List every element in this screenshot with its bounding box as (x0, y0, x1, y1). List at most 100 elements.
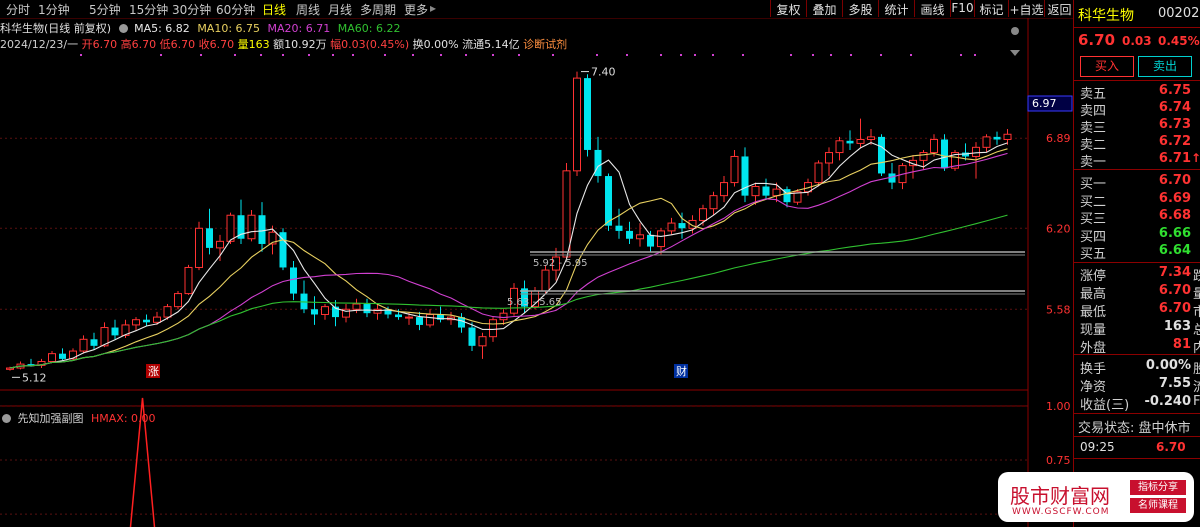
candle-body (825, 152, 833, 164)
ask-level-2-value: 6.72 (1158, 134, 1191, 149)
quote-panel: 科华生物 002022 6.70 0.03 0.45% 买入 卖出 交易状态: … (1073, 0, 1200, 527)
signal-dot (880, 54, 882, 56)
candle-body (478, 336, 487, 347)
signal-dot (465, 54, 467, 56)
stat-3-label: 现量 (1080, 323, 1107, 338)
stat-4-label: 外盘 (1080, 341, 1107, 356)
price-tick-label: 6.89 (1046, 132, 1071, 145)
sell-button[interactable]: 卖出 (1138, 56, 1192, 77)
candle-body (111, 327, 119, 336)
signal-dot (680, 54, 682, 56)
candle-body (311, 309, 318, 315)
candle-body (363, 304, 371, 314)
signal-dot (492, 54, 494, 56)
stat2-0-label: 换手 (1080, 362, 1107, 377)
signal-dot (440, 54, 442, 56)
ask-level-3-value: 6.73 (1158, 117, 1191, 132)
chart-grid (0, 18, 1029, 527)
stat-3: 现量 163 总 (1078, 319, 1200, 338)
candle-body (814, 162, 823, 184)
ask-level-4-value: 6.74 (1158, 100, 1191, 115)
candle-body (90, 339, 98, 346)
candle-body (730, 155, 739, 184)
candle-body (321, 306, 329, 315)
event-marker-finance-label: 财 (676, 364, 687, 378)
candle-body (499, 312, 508, 321)
bid-level-5: 买五 6.64 (1078, 243, 1200, 262)
sub-chart-settings-icon[interactable] (2, 414, 11, 423)
signal-dot (626, 54, 628, 56)
trade-status: 交易状态: 盘中休市 (1078, 421, 1191, 436)
stat-1: 最高 6.70 量 (1078, 283, 1200, 302)
watermark-tag-2: 名师课程 (1130, 498, 1186, 513)
chart-menu-icon (1011, 27, 1019, 35)
buy-button[interactable]: 买入 (1080, 56, 1134, 77)
bid-level-4: 买四 6.66 (1078, 226, 1200, 245)
signal-dot (910, 54, 912, 56)
hmax-label: HMAX: 0.00 (91, 412, 156, 425)
candle-body (489, 319, 497, 338)
tick-price: 6.70 (1156, 440, 1186, 454)
ask-level-2: 卖二 6.72 (1078, 134, 1200, 153)
candle-body (636, 234, 644, 240)
candle-body (395, 314, 402, 318)
stat2-0-side: 股 (1193, 362, 1200, 377)
candle-body (195, 227, 203, 268)
stat-2-value: 6.70 (1158, 301, 1191, 316)
candle-body (153, 316, 161, 323)
candle-body (206, 228, 213, 248)
candle-body (290, 267, 297, 294)
stat2-0-value: 0.00% (1145, 358, 1191, 373)
stat2-1-value: 7.55 (1158, 376, 1191, 391)
candle-body (856, 138, 865, 144)
candle-body (720, 182, 728, 197)
candle-body (878, 136, 885, 174)
stat-1-value: 6.70 (1158, 283, 1191, 298)
candle-body (373, 308, 382, 314)
kline-chart[interactable]: 7.40 5.12 5.92 - 5.95 5.63 - 5.65 涨 财 1.00 0.7… (0, 0, 1073, 527)
watermark-tag-1: 指标分享 (1130, 480, 1186, 495)
bid-level-3-label: 买三 (1080, 212, 1107, 227)
watermark-brand: 股市财富网 (1010, 484, 1110, 508)
candle-body (247, 214, 256, 240)
up-arrow-icon: ↑ (1190, 151, 1200, 165)
signal-dot (850, 54, 852, 56)
stat2-2-label: 收益(三) (1080, 398, 1130, 413)
stat2-1-label: 净资 (1080, 380, 1107, 395)
signal-dot (234, 54, 236, 56)
watermark-url: WWW.GSCFW.COM (1012, 507, 1110, 517)
candle-body (615, 225, 623, 231)
signal-dot (332, 54, 334, 56)
price-tick-label: 6.20 (1046, 222, 1071, 235)
signal-dot (960, 54, 962, 56)
candle-body (405, 316, 413, 319)
stat-0-side: 跌 (1193, 269, 1200, 284)
candle-body (941, 139, 948, 169)
bid-level-1-value: 6.70 (1158, 173, 1191, 188)
stat-4-side: 内 (1193, 341, 1200, 356)
candle-body (626, 230, 633, 239)
stat-1-side: 量 (1193, 287, 1200, 302)
ask-level-1-label: 卖一 (1080, 155, 1107, 170)
signal-dot (790, 54, 792, 56)
signal-dot (518, 54, 520, 56)
signal-dot (830, 54, 832, 56)
bid-level-5-value: 6.64 (1158, 243, 1191, 258)
bid-level-2-label: 买二 (1080, 194, 1107, 210)
candle-body (982, 136, 991, 148)
sub-tick-label: 1.00 (1046, 400, 1071, 413)
stat-2: 最低 6.70 市 (1078, 301, 1200, 320)
signal-dot (80, 54, 82, 56)
candle-body (667, 222, 676, 232)
candle-body (741, 156, 749, 196)
candle-body (594, 149, 602, 177)
candle-body (867, 136, 875, 140)
event-marker-up-label: 涨 (148, 365, 159, 378)
candle-body (416, 317, 423, 325)
candle-body (1003, 133, 1012, 140)
candle-body (605, 176, 612, 226)
last-price: 6.70 (1078, 31, 1116, 49)
high-price-label: 7.40 (591, 66, 616, 79)
stat2-2-side: F (1193, 394, 1200, 409)
candle-body (972, 146, 980, 157)
